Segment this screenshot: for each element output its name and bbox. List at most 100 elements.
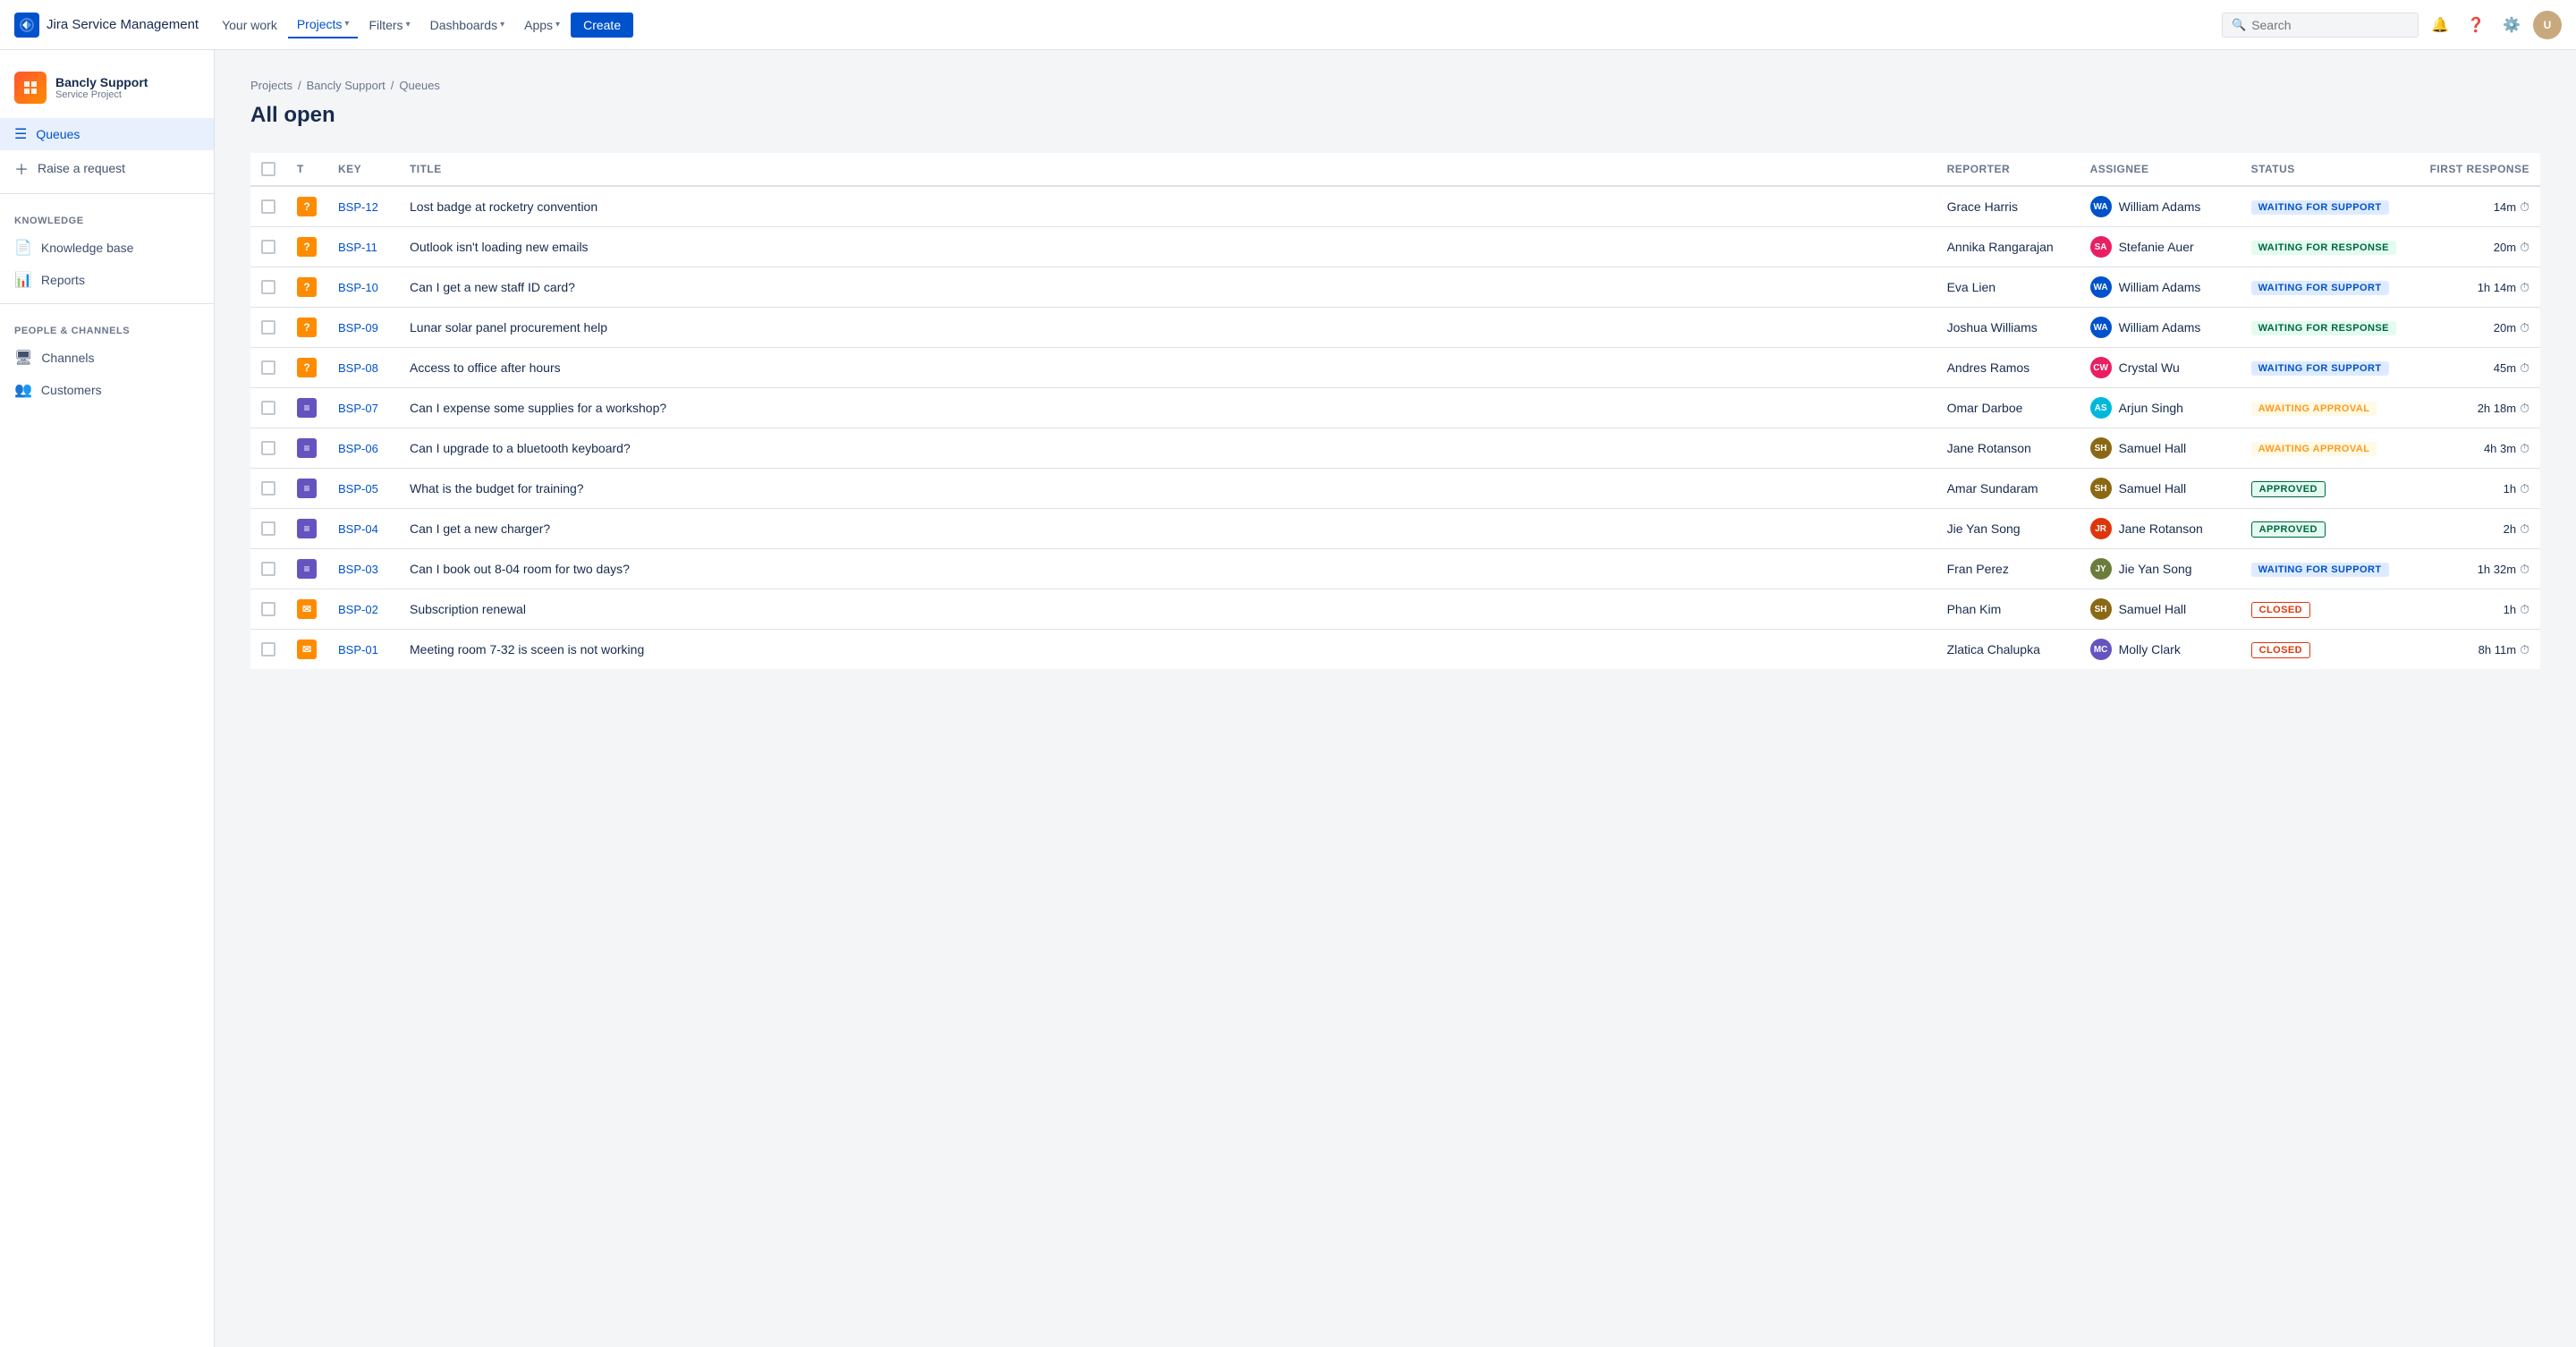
row-checkbox[interactable] xyxy=(261,360,275,375)
user-avatar[interactable]: U xyxy=(2533,11,2562,39)
issue-reporter: Grace Harris xyxy=(1936,186,2080,227)
issue-title[interactable]: Can I expense some supplies for a worksh… xyxy=(399,388,1936,428)
nav-dashboards[interactable]: Dashboards ▾ xyxy=(421,13,514,38)
col-header-key: Key xyxy=(327,153,399,186)
row-checkbox[interactable] xyxy=(261,642,275,657)
issue-title[interactable]: Can I get a new charger? xyxy=(399,509,1936,549)
nav-apps[interactable]: Apps ▾ xyxy=(515,13,569,38)
sidebar-item-queues[interactable]: ☰ Queues xyxy=(0,118,214,150)
table-row: ? BSP-09 Lunar solar panel procurement h… xyxy=(250,308,2540,348)
issue-key[interactable]: BSP-03 xyxy=(338,563,378,576)
row-checkbox[interactable] xyxy=(261,521,275,536)
issue-title[interactable]: Lunar solar panel procurement help xyxy=(399,308,1936,348)
issue-title[interactable]: Can I book out 8-04 room for two days? xyxy=(399,549,1936,589)
issue-title[interactable]: Access to office after hours xyxy=(399,348,1936,388)
sidebar-item-knowledge-base[interactable]: 📄 Knowledge base xyxy=(0,232,214,264)
col-header-title: Title xyxy=(399,153,1936,186)
breadcrumb-sep-2: / xyxy=(391,79,394,92)
row-checkbox[interactable] xyxy=(261,562,275,576)
people-channels-section-title: People & Channels xyxy=(0,311,214,342)
nav-your-work[interactable]: Your work xyxy=(213,13,286,38)
issue-key[interactable]: BSP-04 xyxy=(338,522,378,536)
breadcrumb-bancly-support[interactable]: Bancly Support xyxy=(307,79,386,92)
sidebar-item-raise-request[interactable]: ＋ Raise a request xyxy=(0,150,214,186)
search-box[interactable]: 🔍 xyxy=(2222,13,2419,38)
assignee-avatar: SH xyxy=(2090,478,2112,499)
first-response-time: 2h xyxy=(2504,522,2516,536)
status-badge: WAITING FOR SUPPORT xyxy=(2251,281,2389,295)
assignee-name: Samuel Hall xyxy=(2119,481,2186,496)
issue-title[interactable]: Lost badge at rocketry convention xyxy=(399,186,1936,227)
main-layout: Bancly Support Service Project ☰ Queues … xyxy=(0,50,2576,1347)
issue-title[interactable]: Meeting room 7-32 is sceen is not workin… xyxy=(399,630,1936,670)
project-info: Bancly Support Service Project xyxy=(55,75,148,100)
row-checkbox[interactable] xyxy=(261,320,275,335)
first-response: 1h ⏱ xyxy=(2430,481,2529,496)
settings-button[interactable]: ⚙️ xyxy=(2497,11,2526,39)
issue-title[interactable]: Can I upgrade to a bluetooth keyboard? xyxy=(399,428,1936,469)
issue-title[interactable]: Outlook isn't loading new emails xyxy=(399,227,1936,267)
issue-assignee: SH Samuel Hall xyxy=(2090,478,2230,499)
assignee-name: William Adams xyxy=(2119,320,2201,335)
status-badge: AWAITING APPROVAL xyxy=(2251,402,2377,416)
first-response: 2h 18m ⏱ xyxy=(2430,401,2529,416)
issue-key[interactable]: BSP-10 xyxy=(338,281,378,294)
issue-key[interactable]: BSP-05 xyxy=(338,482,378,496)
app-logo[interactable]: Jira Service Management xyxy=(14,13,199,38)
issue-reporter: Omar Darboe xyxy=(1936,388,2080,428)
breadcrumb-projects[interactable]: Projects xyxy=(250,79,292,92)
row-checkbox[interactable] xyxy=(261,280,275,294)
channels-icon: 🖥 xyxy=(14,349,32,367)
issue-title[interactable]: What is the budget for training? xyxy=(399,469,1936,509)
row-checkbox[interactable] xyxy=(261,199,275,214)
type-icon: ✉ xyxy=(297,599,317,619)
type-icon: ? xyxy=(297,197,317,216)
issue-key[interactable]: BSP-06 xyxy=(338,442,378,455)
nav-projects[interactable]: Projects ▾ xyxy=(288,12,359,38)
help-button[interactable]: ❓ xyxy=(2462,11,2490,39)
type-icon: ≡ xyxy=(297,479,317,498)
issue-assignee: JY Jie Yan Song xyxy=(2090,558,2230,580)
col-header-status: Status xyxy=(2241,153,2419,186)
row-checkbox[interactable] xyxy=(261,602,275,616)
assignee-name: Arjun Singh xyxy=(2119,401,2183,415)
notifications-button[interactable]: 🔔 xyxy=(2426,11,2454,39)
select-all-checkbox[interactable] xyxy=(261,162,275,176)
assignee-name: Molly Clark xyxy=(2119,642,2181,657)
sidebar-item-channels[interactable]: 🖥 Channels xyxy=(0,342,214,374)
issue-title[interactable]: Subscription renewal xyxy=(399,589,1936,630)
issue-key[interactable]: BSP-11 xyxy=(338,241,377,254)
sidebar-item-customers[interactable]: 👥 Customers xyxy=(0,374,214,406)
breadcrumb-queues[interactable]: Queues xyxy=(399,79,440,92)
create-button[interactable]: Create xyxy=(571,13,633,38)
issue-key[interactable]: BSP-01 xyxy=(338,643,378,657)
first-response-time: 1h xyxy=(2504,482,2516,496)
knowledge-section-title: Knowledge xyxy=(0,201,214,232)
assignee-avatar: WA xyxy=(2090,317,2112,338)
chevron-down-icon: ▾ xyxy=(344,19,349,29)
assignee-name: Crystal Wu xyxy=(2119,360,2180,375)
issue-key[interactable]: BSP-02 xyxy=(338,603,378,616)
row-checkbox[interactable] xyxy=(261,481,275,496)
nav-filters[interactable]: Filters ▾ xyxy=(360,13,419,38)
issue-key[interactable]: BSP-08 xyxy=(338,361,378,375)
main-nav: Your work Projects ▾ Filters ▾ Dashboard… xyxy=(213,12,2215,38)
row-checkbox[interactable] xyxy=(261,240,275,254)
issue-key[interactable]: BSP-12 xyxy=(338,200,378,214)
status-badge: WAITING FOR SUPPORT xyxy=(2251,361,2389,376)
clock-icon: ⏱ xyxy=(2520,642,2529,657)
table-header: T Key Title Reporter Assignee Status Fir… xyxy=(250,153,2540,186)
queue-table: T Key Title Reporter Assignee Status Fir… xyxy=(250,153,2540,669)
sidebar-item-reports[interactable]: 📊 Reports xyxy=(0,264,214,296)
issue-assignee: CW Crystal Wu xyxy=(2090,357,2230,378)
issue-title[interactable]: Can I get a new staff ID card? xyxy=(399,267,1936,308)
first-response-time: 1h 14m xyxy=(2478,281,2516,294)
first-response-time: 1h 32m xyxy=(2478,563,2516,576)
issue-key[interactable]: BSP-07 xyxy=(338,402,378,415)
row-checkbox[interactable] xyxy=(261,401,275,415)
row-checkbox[interactable] xyxy=(261,441,275,455)
first-response-time: 20m xyxy=(2494,241,2516,254)
issue-reporter: Annika Rangarajan xyxy=(1936,227,2080,267)
issue-key[interactable]: BSP-09 xyxy=(338,321,378,335)
search-input[interactable] xyxy=(2251,18,2409,32)
